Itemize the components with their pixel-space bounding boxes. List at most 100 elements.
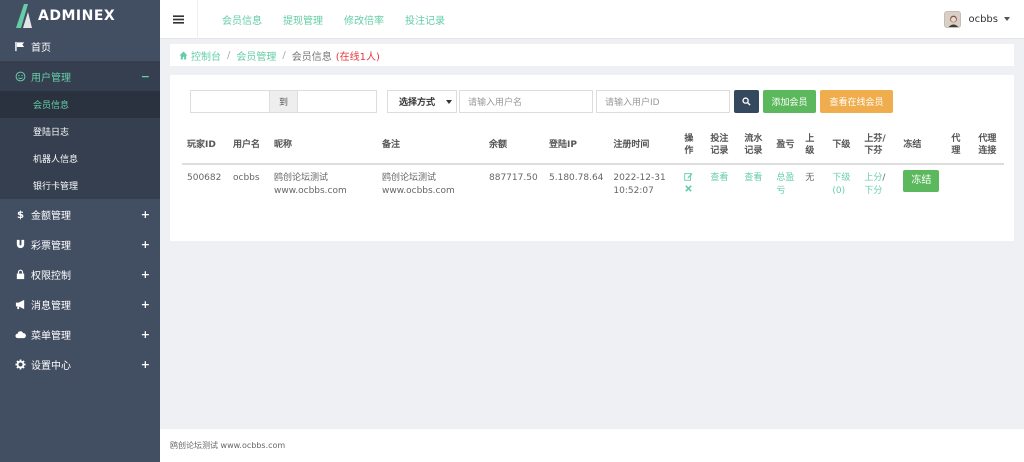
col-login-ip: 登陆IP <box>544 127 609 165</box>
nav-label: 消息管理 <box>31 300 71 312</box>
cell-reg-time: 2022-12-31 10:52:07 <box>613 173 666 196</box>
breadcrumb-section[interactable]: 会员管理 <box>236 48 276 63</box>
tab-withdraw-management[interactable]: 提现管理 <box>283 12 323 27</box>
view-bet-record-link[interactable]: 查看 <box>710 173 728 183</box>
nav-home[interactable]: 首页 <box>0 31 160 61</box>
lock-icon <box>13 267 27 281</box>
breadcrumb-current: 会员信息 <box>291 51 332 63</box>
cell-actions <box>679 164 705 205</box>
cell-agent-link <box>973 164 1004 205</box>
username-search-input[interactable]: 请输入用户名 <box>459 90 593 113</box>
filter-bar: 到 选择方式 请输入用户名 请输入用户ID 添加会员 查看在线会员 <box>190 90 893 114</box>
col-points: 上芬/下芬 <box>859 127 899 165</box>
cell-login-ip: 5.180.78.64 <box>549 173 604 183</box>
menu-toggle-button[interactable] <box>160 0 198 39</box>
cell-flow-record: 查看 <box>739 164 771 205</box>
nav-permission-control[interactable]: 权限控制 + <box>0 259 160 289</box>
username: ocbbs <box>968 13 998 25</box>
start-date-input[interactable] <box>190 90 270 113</box>
down-points-link[interactable]: 下分 <box>864 186 882 196</box>
nav-settings-center[interactable]: 设置中心 + <box>0 349 160 379</box>
smile-icon <box>13 69 27 83</box>
logo-text: ADMINEX <box>38 7 116 24</box>
flag-icon <box>13 39 27 53</box>
nav-amount-management[interactable]: $ 金额管理 + <box>0 199 160 229</box>
breadcrumb-separator: / <box>282 49 286 61</box>
expand-toggle[interactable]: + <box>141 208 150 221</box>
cell-agent <box>946 164 973 205</box>
home-icon <box>179 50 188 60</box>
sidebar: ADMINEX 首页 用户管理 − 会员信息 登陆日志 机器人信息 银行卡管理 … <box>0 0 160 462</box>
view-flow-record-link[interactable]: 查看 <box>744 173 762 183</box>
breadcrumb-separator: / <box>227 49 231 61</box>
userid-search-input[interactable]: 请输入用户ID <box>596 90 730 113</box>
bullhorn-icon <box>13 297 27 311</box>
expand-toggle[interactable]: + <box>141 358 150 371</box>
user-menu[interactable]: ocbbs <box>944 10 1010 28</box>
points-separator: / <box>882 173 886 183</box>
search-mode-value: 选择方式 <box>399 98 436 108</box>
top-header: 会员信息 提现管理 修改倍率 投注记录 ocbbs <box>160 0 1024 39</box>
expand-toggle[interactable]: + <box>141 298 150 311</box>
add-member-button[interactable]: 添加会员 <box>763 90 816 113</box>
subnav-bank-card[interactable]: 银行卡管理 <box>0 172 160 199</box>
expand-toggle[interactable]: + <box>141 328 150 341</box>
view-online-button[interactable]: 查看在线会员 <box>820 90 893 113</box>
cell-profit: 总盈亏 <box>771 164 800 205</box>
nav-lottery-management[interactable]: 彩票管理 + <box>0 229 160 259</box>
col-superior: 上级 <box>800 127 828 165</box>
subnav-login-log[interactable]: 登陆日志 <box>0 118 160 145</box>
tab-modify-rate[interactable]: 修改倍率 <box>344 12 384 27</box>
collapse-toggle[interactable]: − <box>141 70 150 83</box>
logo-icon <box>16 3 32 28</box>
cell-subordinate: 下级(0) <box>827 164 859 205</box>
member-panel: 到 选择方式 请输入用户名 请输入用户ID 添加会员 查看在线会员 玩家ID 用… <box>170 75 1014 241</box>
cell-remark: 鸥创论坛测试www.ocbbs.com <box>382 173 455 196</box>
total-profit-link[interactable]: 总盈亏 <box>776 173 794 196</box>
delete-icon[interactable] <box>684 184 693 193</box>
col-bet-record: 投注记录 <box>705 127 740 165</box>
subordinate-link[interactable]: 下级(0) <box>832 173 850 196</box>
expand-toggle[interactable]: + <box>141 238 150 251</box>
nav-menu-management[interactable]: 菜单管理 + <box>0 319 160 349</box>
cell-username: ocbbs <box>233 173 260 183</box>
edit-icon[interactable] <box>684 172 693 181</box>
col-remark: 备注 <box>377 127 484 165</box>
search-mode-select[interactable]: 选择方式 <box>387 90 457 113</box>
gear-icon <box>13 357 27 371</box>
cell-nickname: 鸥创论坛测试www.ocbbs.com <box>274 173 347 196</box>
col-reg-time: 注册时间 <box>608 127 680 165</box>
col-profit: 盈亏 <box>771 127 801 165</box>
tab-bet-records[interactable]: 投注记录 <box>405 12 445 27</box>
avatar <box>944 10 962 28</box>
end-date-input[interactable] <box>297 90 377 113</box>
cell-balance: 887717.50 <box>489 173 538 183</box>
user-management-submenu: 会员信息 登陆日志 机器人信息 银行卡管理 <box>0 91 160 199</box>
subnav-member-info[interactable]: 会员信息 <box>0 91 160 118</box>
logo[interactable]: ADMINEX <box>0 0 160 31</box>
table-row: 500682 ocbbs 鸥创论坛测试www.ocbbs.com 鸥创论坛测试w… <box>182 164 1004 205</box>
col-freeze: 冻结 <box>898 127 947 165</box>
footer: 鸥创论坛测试 www.ocbbs.com <box>160 429 1024 462</box>
cell-player-id: 500682 <box>187 173 222 183</box>
col-nickname: 昵称 <box>269 127 377 165</box>
search-button[interactable] <box>734 90 759 113</box>
up-points-link[interactable]: 上分 <box>864 173 882 183</box>
online-count: (在线1人) <box>335 51 380 63</box>
breadcrumb-home[interactable]: 控制台 <box>191 48 221 63</box>
freeze-button[interactable]: 冻结 <box>903 170 940 192</box>
cell-bet-record: 查看 <box>705 164 739 205</box>
col-flow-record: 流水记录 <box>739 127 772 165</box>
hamburger-icon <box>173 14 184 24</box>
subnav-robot-info[interactable]: 机器人信息 <box>0 145 160 172</box>
select-caret-icon <box>446 99 452 104</box>
cell-points: 上分/下分 <box>859 164 898 205</box>
expand-toggle[interactable]: + <box>141 268 150 281</box>
nav-user-management[interactable]: 用户管理 − <box>0 61 160 91</box>
tab-member-info[interactable]: 会员信息 <box>222 12 262 27</box>
member-table: 玩家ID 用户名 昵称 备注 余额 登陆IP 注册时间 操作 投注记录 流水记录… <box>182 127 1004 205</box>
cell-freeze: 冻结 <box>898 164 946 205</box>
col-agent-link: 代理连接 <box>973 127 1004 165</box>
dollar-icon: $ <box>13 207 27 221</box>
nav-message-management[interactable]: 消息管理 + <box>0 289 160 319</box>
